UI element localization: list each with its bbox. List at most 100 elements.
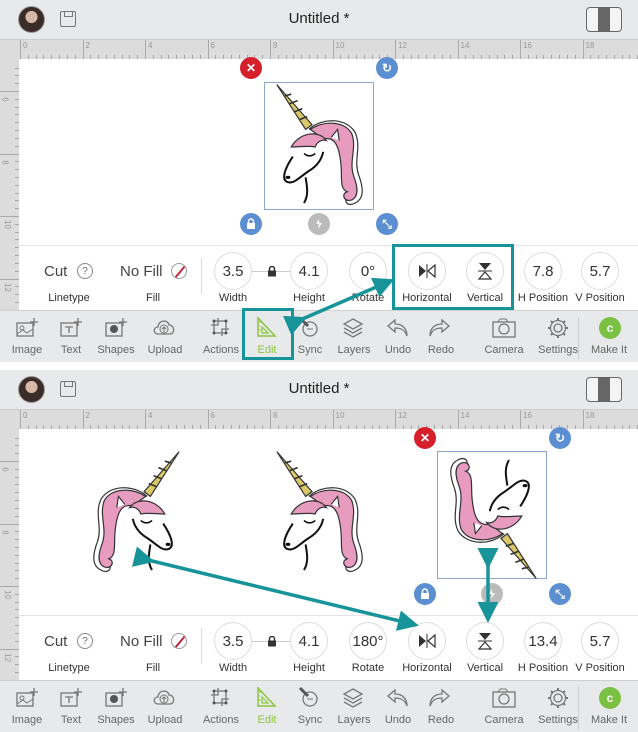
v-position-label: V Position <box>575 662 625 674</box>
ruler-label: 16 <box>523 41 532 50</box>
ruler-label: 14 <box>460 411 470 420</box>
resize-handle[interactable]: ⤡ <box>376 213 398 235</box>
height-input[interactable]: 4.1 <box>290 622 328 660</box>
camera-icon <box>492 318 516 338</box>
ruler-major-tick <box>0 648 19 650</box>
view-toggle-icon[interactable] <box>586 7 622 32</box>
tool-camera[interactable]: Camera <box>481 681 527 732</box>
actions-icon <box>211 688 229 706</box>
linetype-label: Linetype <box>48 662 90 674</box>
ruler-major-tick <box>145 410 146 430</box>
canvas[interactable]: ✕ ↻ ⤡ <box>19 57 638 245</box>
no-fill-icon[interactable] <box>171 633 187 649</box>
flip-icon <box>489 589 495 599</box>
flip-horizontal-button[interactable] <box>408 622 446 660</box>
fill-value[interactable]: No Fill <box>120 263 163 280</box>
unicorn-image-flipped[interactable] <box>81 450 191 578</box>
lock-icon <box>421 588 429 599</box>
ruler-major-tick <box>0 461 19 462</box>
unicorn-image[interactable] <box>265 83 375 211</box>
tool-camera[interactable]: Camera <box>481 311 527 362</box>
linetype-value[interactable]: Cut <box>44 633 67 650</box>
vertical-ruler: 6 8 10 12 <box>0 429 19 689</box>
flip-vertical-button[interactable] <box>466 622 504 660</box>
ruler-label: 6 <box>210 411 215 420</box>
tool-make-it[interactable]: c Make It <box>586 681 632 732</box>
rotate-handle[interactable]: ↻ <box>376 57 398 79</box>
tool-label: Camera <box>484 344 524 356</box>
ruler-label: 4 <box>148 411 153 420</box>
tool-shapes[interactable]: Shapes <box>93 681 139 732</box>
tool-upload[interactable]: Upload <box>142 311 188 362</box>
rotate-handle[interactable]: ↻ <box>549 427 571 449</box>
upload-cloud-icon <box>153 690 175 705</box>
resize-handle[interactable]: ⤡ <box>549 583 571 605</box>
fill-value[interactable]: No Fill <box>120 633 163 650</box>
ruler-major-tick <box>0 216 19 217</box>
canvas[interactable]: ✕ ↻ ⤡ <box>19 427 638 615</box>
help-icon[interactable]: ? <box>77 633 93 649</box>
ruler-major-tick <box>82 40 84 60</box>
linetype-value[interactable]: Cut <box>44 263 67 280</box>
tool-redo[interactable]: Redo <box>418 681 464 732</box>
tool-make-it[interactable]: c Make It <box>586 311 632 362</box>
width-input[interactable]: 3.5 <box>214 622 252 660</box>
no-fill-icon[interactable] <box>171 263 187 279</box>
tool-redo[interactable]: Redo <box>418 311 464 362</box>
ruler-label: 8 <box>0 529 10 535</box>
v-position-input[interactable]: 5.7 <box>581 252 619 290</box>
divider <box>201 258 202 294</box>
toolbar-divider <box>578 317 579 359</box>
ruler-label: 12 <box>398 411 407 420</box>
width-input[interactable]: 3.5 <box>214 252 252 290</box>
selection-box[interactable] <box>264 82 374 210</box>
ruler-label: 2 <box>85 41 90 50</box>
project-title: Untitled * <box>288 380 350 397</box>
tool-settings[interactable]: Settings <box>535 681 581 732</box>
width-label: Width <box>218 292 248 304</box>
ruler-major-tick <box>20 40 21 60</box>
rotate-input[interactable]: 180° <box>349 622 387 660</box>
flip-handle[interactable] <box>308 213 330 235</box>
rotate-input[interactable]: 0° <box>349 252 387 290</box>
project-title: Untitled * <box>288 10 350 27</box>
ruler-major-tick <box>0 278 19 280</box>
layers-icon <box>342 318 364 338</box>
h-position-input[interactable]: 13.4 <box>524 622 562 660</box>
help-icon[interactable]: ? <box>77 263 93 279</box>
unicorn-image-original[interactable] <box>265 450 375 578</box>
image-add-icon <box>16 688 38 707</box>
ruler-major-tick <box>0 586 19 587</box>
delete-handle[interactable]: ✕ <box>414 427 436 449</box>
aspect-lock-icon[interactable] <box>267 635 277 650</box>
v-position-input[interactable]: 5.7 <box>581 622 619 660</box>
aspect-lock-icon[interactable] <box>267 265 277 280</box>
tool-label: Make It <box>590 714 628 726</box>
height-input[interactable]: 4.1 <box>290 252 328 290</box>
flip-handle[interactable] <box>481 583 503 605</box>
ruler-label: 16 <box>523 411 532 420</box>
fill-label: Fill <box>145 292 161 304</box>
ruler-label: 8 <box>0 159 10 165</box>
tool-shapes[interactable]: Shapes <box>93 311 139 362</box>
undo-icon <box>387 318 408 337</box>
tool-label: Camera <box>484 714 524 726</box>
ruler-label: 10 <box>2 220 12 229</box>
h-position-input[interactable]: 7.8 <box>524 252 562 290</box>
shapes-add-icon <box>105 688 127 707</box>
ruler-major-tick <box>457 40 459 60</box>
lock-handle[interactable] <box>240 213 262 235</box>
tool-upload[interactable]: Upload <box>142 681 188 732</box>
ruler-label: 12 <box>2 652 12 662</box>
unicorn-image-rotated[interactable] <box>438 452 548 580</box>
ruler-major-tick <box>582 410 584 430</box>
ruler-major-tick <box>20 410 21 430</box>
design-space-panel-before: Untitled * 0 2 4 6 8 10 12 14 16 18 6 8 10 12 ✕ ↻ ⤡ … <box>0 0 638 362</box>
ruler-major-tick <box>82 410 84 430</box>
lock-handle[interactable] <box>414 583 436 605</box>
selection-box[interactable] <box>437 451 548 580</box>
view-toggle-icon[interactable] <box>586 377 622 402</box>
ruler-major-tick <box>0 91 19 92</box>
tool-settings[interactable]: Settings <box>535 311 581 362</box>
delete-handle[interactable]: ✕ <box>240 57 262 79</box>
